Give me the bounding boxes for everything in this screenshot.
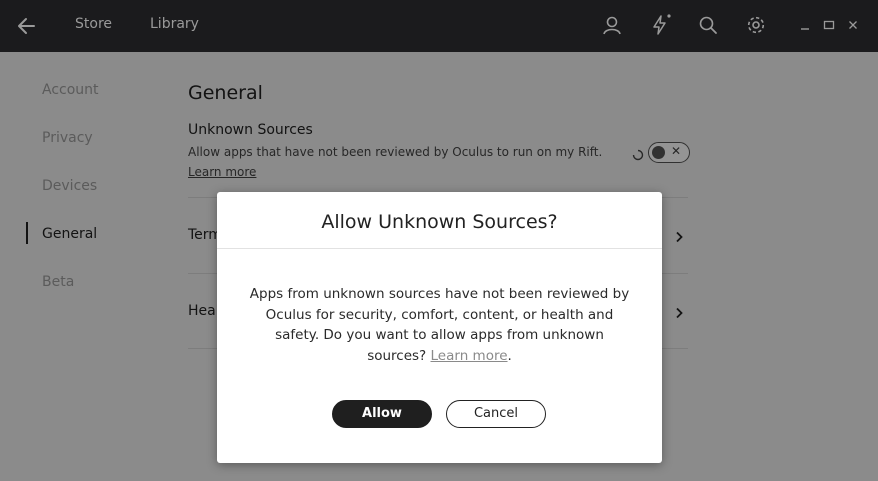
minimize-icon[interactable]: [798, 17, 812, 31]
gear-icon[interactable]: [744, 13, 768, 37]
allow-unknown-sources-dialog: Allow Unknown Sources? Apps from unknown…: [217, 192, 662, 463]
nav-library[interactable]: Library: [150, 16, 199, 32]
close-icon[interactable]: [846, 17, 860, 31]
dialog-body-suffix: .: [507, 347, 512, 364]
dialog-divider: [217, 248, 662, 249]
search-icon[interactable]: [696, 13, 720, 37]
allow-button[interactable]: Allow: [332, 400, 432, 428]
dialog-body: Apps from unknown sources have not been …: [247, 284, 632, 366]
arrow-left-icon[interactable]: [14, 13, 40, 39]
lightning-icon[interactable]: [648, 13, 672, 37]
user-icon[interactable]: [600, 13, 624, 37]
nav-store[interactable]: Store: [75, 16, 112, 32]
cancel-button[interactable]: Cancel: [446, 400, 546, 428]
top-bar: Store Library: [0, 0, 878, 52]
maximize-icon[interactable]: [822, 17, 836, 31]
dialog-learn-more-link[interactable]: Learn more: [431, 348, 508, 364]
dialog-title: Allow Unknown Sources?: [321, 211, 558, 233]
